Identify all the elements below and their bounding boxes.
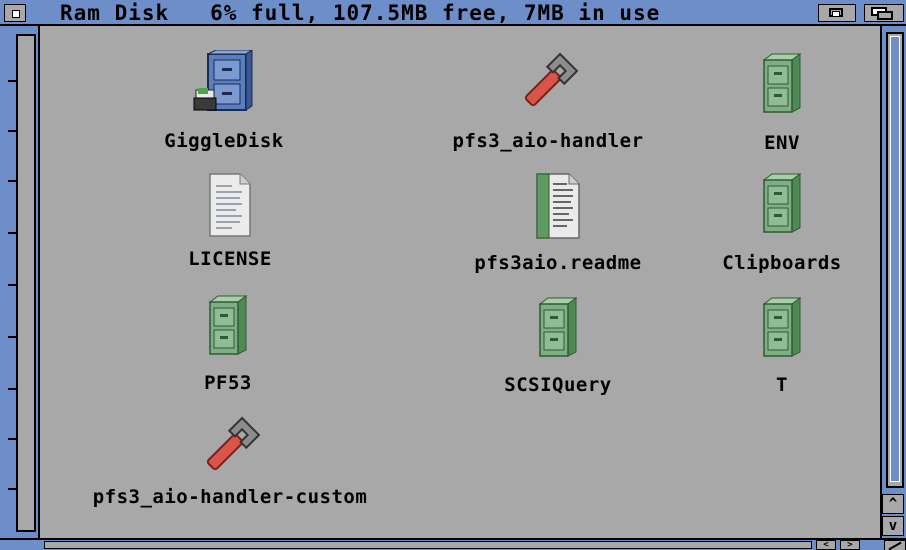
scroll-right-button[interactable]: >: [840, 540, 860, 550]
border-tick: [8, 130, 18, 132]
scroll-down-button[interactable]: v: [882, 516, 904, 536]
ram-disk-window: Ram Disk 6% full, 107.5MB free, 7MB in u…: [0, 0, 906, 550]
wrench-tool-icon: [524, 52, 578, 107]
disk-drawer-icon: [193, 50, 253, 111]
icon-label: SCSIQuery: [504, 374, 612, 396]
drawer-icon: [762, 53, 802, 113]
left-window-border: [0, 26, 40, 540]
vertical-scroll-knob[interactable]: [890, 36, 900, 482]
vertical-scrollbar[interactable]: ^ v: [880, 26, 906, 540]
horizontal-scroll-track[interactable]: [44, 541, 812, 549]
desktop-icon-clipboards[interactable]: Clipboards: [702, 170, 862, 280]
window-title: Ram Disk 6% full, 107.5MB free, 7MB in u…: [60, 1, 661, 25]
zoom-gadget[interactable]: [818, 4, 856, 22]
wrench-tool-icon: [206, 416, 260, 471]
desktop-icon-pf53[interactable]: PF53: [168, 292, 288, 402]
text-document-icon: [536, 173, 580, 239]
border-tick: [8, 80, 18, 82]
icon-label: LICENSE: [188, 248, 272, 270]
icon-label: pfs3_aio-handler-custom: [92, 486, 368, 508]
window-title-bar[interactable]: Ram Disk 6% full, 107.5MB free, 7MB in u…: [0, 0, 906, 26]
icon-label: T: [776, 374, 788, 396]
icon-label: pfs3aio.readme: [474, 252, 642, 274]
border-tick: [8, 438, 18, 440]
border-tick: [8, 180, 18, 182]
document-icon: [209, 173, 251, 237]
border-tick: [8, 336, 18, 338]
desktop-icon-license[interactable]: LICENSE: [130, 172, 330, 282]
scroll-up-button[interactable]: ^: [882, 494, 904, 514]
icon-label: GiggleDisk: [164, 130, 284, 152]
drawer-icon: [208, 295, 248, 355]
desktop-icon-pfs3aio-readme[interactable]: pfs3aio.readme: [458, 172, 658, 282]
icon-label: PF53: [204, 372, 252, 394]
drawer-icon: [538, 297, 578, 357]
icon-label: ENV: [764, 132, 800, 154]
drawer-icon: [762, 297, 802, 357]
drawer-icon: [762, 173, 802, 233]
icon-label: pfs3_aio-handler: [452, 130, 644, 152]
desktop-icon-giggledisk[interactable]: GiggleDisk: [124, 50, 324, 160]
desktop-icon-t[interactable]: T: [732, 294, 832, 404]
border-tick: [8, 284, 18, 286]
desktop-icon-pfs3-aio-handler-custom[interactable]: pfs3_aio-handler-custom: [93, 414, 367, 524]
resize-gadget[interactable]: [884, 540, 906, 550]
border-tick: [8, 488, 18, 490]
border-tick: [8, 388, 18, 390]
desktop-icon-pfs3-aio-handler[interactable]: pfs3_aio-handler: [448, 50, 648, 160]
icon-label: Clipboards: [722, 252, 842, 274]
desktop-icon-env[interactable]: ENV: [722, 50, 842, 160]
desktop-icon-scsiquery[interactable]: SCSIQuery: [488, 294, 628, 404]
scroll-left-button[interactable]: <: [816, 540, 836, 550]
vertical-scroll-track[interactable]: [886, 32, 904, 488]
border-tick: [8, 232, 18, 234]
depth-gadget[interactable]: [864, 4, 904, 22]
horizontal-scrollbar[interactable]: < >: [0, 538, 906, 550]
close-gadget[interactable]: [4, 4, 26, 22]
